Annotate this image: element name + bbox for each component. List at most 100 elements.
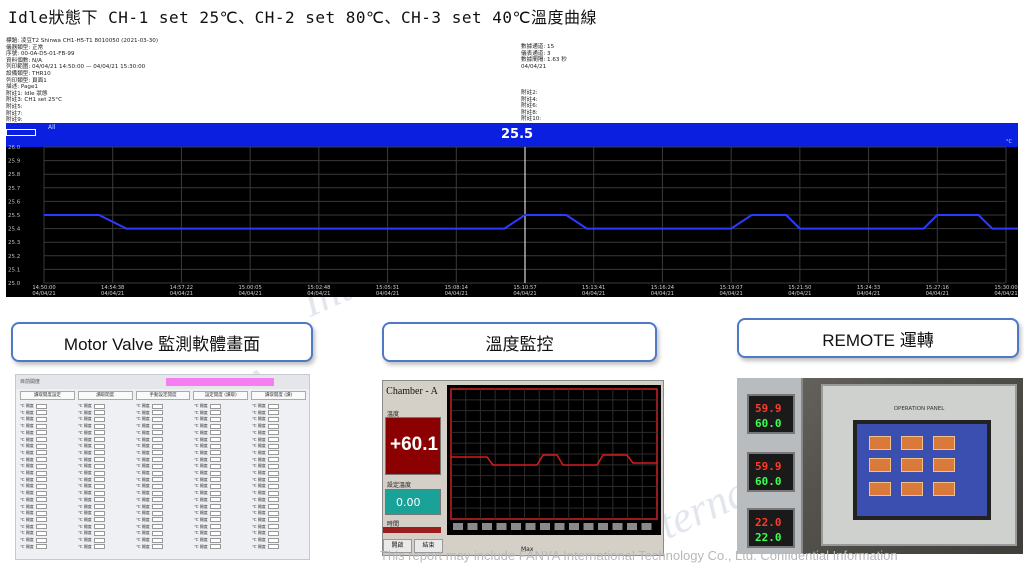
mv-cell-field[interactable] <box>35 477 47 483</box>
mv-cell-field[interactable] <box>267 403 279 409</box>
mv-cell-field[interactable] <box>35 430 47 436</box>
mv-cell-field[interactable] <box>209 537 221 543</box>
mv-cell-field[interactable] <box>93 443 105 449</box>
mv-cell-field[interactable] <box>93 544 105 550</box>
mv-cell-field[interactable] <box>151 477 163 483</box>
mv-cell-field[interactable] <box>35 457 47 463</box>
mv-cell-field[interactable] <box>93 437 105 442</box>
mv-cell-field[interactable] <box>151 443 163 449</box>
mv-cell-field[interactable] <box>93 416 105 422</box>
mv-cell-field[interactable] <box>267 517 279 523</box>
mv-cell-field[interactable] <box>267 463 279 469</box>
mv-cell-field[interactable] <box>267 544 279 550</box>
mv-cell-field[interactable] <box>35 524 47 530</box>
mv-cell-field[interactable] <box>93 490 105 496</box>
mv-button-5[interactable]: 讀取開度 (讀) <box>251 391 306 400</box>
mv-cell-field[interactable] <box>35 510 47 516</box>
mv-cell-field[interactable] <box>35 416 47 422</box>
mv-button-1[interactable]: 讀取開度設定 <box>20 391 75 400</box>
mv-cell-field[interactable] <box>267 530 279 536</box>
mv-cell-field[interactable] <box>35 530 47 536</box>
mv-cell-field[interactable] <box>209 544 221 550</box>
mv-cell-field[interactable] <box>35 544 47 550</box>
mv-cell-field[interactable] <box>93 470 105 476</box>
mv-cell-field[interactable] <box>35 450 47 456</box>
mv-cell-field[interactable] <box>267 470 279 476</box>
mv-cell-field[interactable] <box>209 437 221 442</box>
mv-cell-field[interactable] <box>151 463 163 469</box>
mv-cell-field[interactable] <box>209 510 221 516</box>
mv-cell-field[interactable] <box>209 477 221 483</box>
mv-cell-field[interactable] <box>209 490 221 496</box>
mv-cell-field[interactable] <box>209 470 221 476</box>
mv-cell-field[interactable] <box>93 530 105 536</box>
mv-cell-field[interactable] <box>93 483 105 489</box>
mv-cell-field[interactable] <box>267 497 279 503</box>
mv-cell-field[interactable] <box>93 477 105 483</box>
mv-cell-field[interactable] <box>267 437 279 442</box>
mv-cell-field[interactable] <box>151 403 163 409</box>
mv-cell-field[interactable] <box>209 430 221 436</box>
mv-cell-field[interactable] <box>267 423 279 429</box>
mv-cell-field[interactable] <box>93 510 105 516</box>
mv-cell-field[interactable] <box>35 410 47 416</box>
mv-cell-field[interactable] <box>93 524 105 530</box>
mv-cell-field[interactable] <box>151 450 163 456</box>
mv-cell-field[interactable] <box>93 504 105 509</box>
mv-button-4[interactable]: 設定開度 (讀取) <box>193 391 249 400</box>
mv-cell-field[interactable] <box>93 457 105 463</box>
mv-cell-field[interactable] <box>209 403 221 409</box>
mv-cell-field[interactable] <box>267 416 279 422</box>
mv-cell-field[interactable] <box>151 410 163 416</box>
mv-cell-field[interactable] <box>35 403 47 409</box>
mv-cell-field[interactable] <box>267 430 279 436</box>
mv-cell-field[interactable] <box>209 457 221 463</box>
mv-cell-field[interactable] <box>151 504 163 509</box>
mv-cell-field[interactable] <box>209 410 221 416</box>
mv-cell-field[interactable] <box>35 423 47 429</box>
mv-cell-field[interactable] <box>151 470 163 476</box>
mv-cell-field[interactable] <box>267 410 279 416</box>
mv-cell-field[interactable] <box>267 443 279 449</box>
mv-cell-field[interactable] <box>267 537 279 543</box>
mv-cell-field[interactable] <box>151 510 163 516</box>
mv-button-3[interactable]: 手動設定開度 <box>135 391 191 400</box>
mv-cell-field[interactable] <box>35 443 47 449</box>
mv-cell-field[interactable] <box>35 437 47 442</box>
mv-cell-field[interactable] <box>209 530 221 536</box>
mv-cell-field[interactable] <box>267 450 279 456</box>
mv-cell-field[interactable] <box>35 483 47 489</box>
mv-cell-field[interactable] <box>151 537 163 543</box>
mv-cell-field[interactable] <box>151 530 163 536</box>
mv-cell-field[interactable] <box>93 463 105 469</box>
mv-cell-field[interactable] <box>151 483 163 489</box>
mv-cell-field[interactable] <box>267 483 279 489</box>
mv-cell-field[interactable] <box>35 490 47 496</box>
mv-cell-field[interactable] <box>209 497 221 503</box>
mv-cell-field[interactable] <box>267 504 279 509</box>
mv-cell-field[interactable] <box>93 423 105 429</box>
mv-cell-field[interactable] <box>267 490 279 496</box>
mv-cell-field[interactable] <box>151 490 163 496</box>
mv-cell-field[interactable] <box>35 497 47 503</box>
mv-cell-field[interactable] <box>35 463 47 469</box>
mv-cell-field[interactable] <box>209 416 221 422</box>
mv-cell-field[interactable] <box>267 510 279 516</box>
mv-cell-field[interactable] <box>151 497 163 503</box>
mv-cell-field[interactable] <box>209 504 221 509</box>
mv-cell-field[interactable] <box>151 457 163 463</box>
mv-cell-field[interactable] <box>93 410 105 416</box>
mv-cell-field[interactable] <box>209 423 221 429</box>
mv-cell-field[interactable] <box>151 517 163 523</box>
mv-cell-field[interactable] <box>151 430 163 436</box>
mv-cell-field[interactable] <box>267 524 279 530</box>
mv-cell-field[interactable] <box>209 443 221 449</box>
mv-cell-field[interactable] <box>151 544 163 550</box>
mv-cell-field[interactable] <box>151 437 163 442</box>
mv-cell-field[interactable] <box>209 524 221 530</box>
mv-cell-field[interactable] <box>93 450 105 456</box>
mv-cell-field[interactable] <box>151 524 163 530</box>
mv-cell-field[interactable] <box>35 470 47 476</box>
mv-cell-field[interactable] <box>35 504 47 509</box>
mv-cell-field[interactable] <box>35 537 47 543</box>
